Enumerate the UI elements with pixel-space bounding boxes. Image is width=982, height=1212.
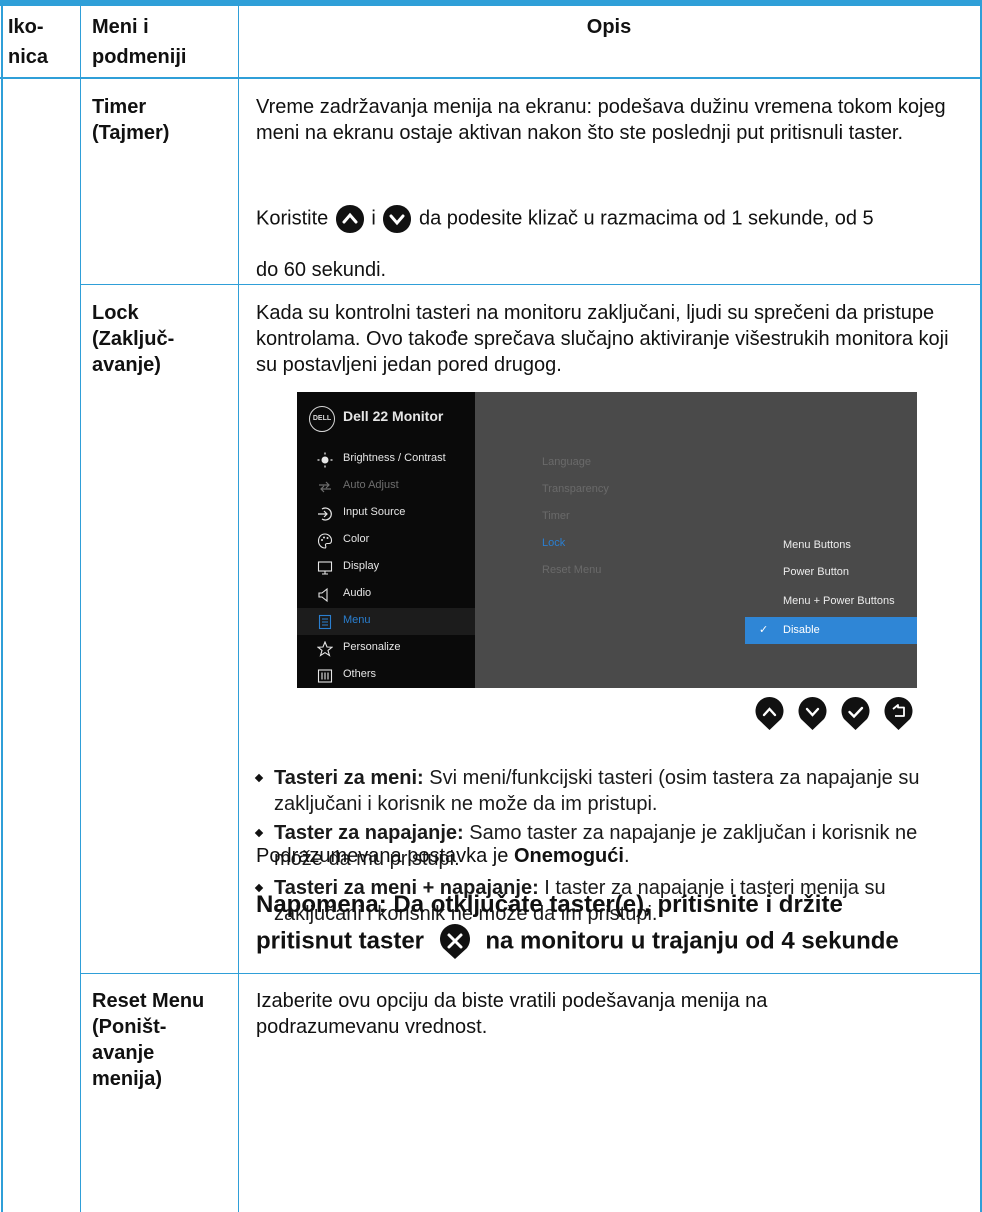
osd-menu-label: Brightness / Contrast: [343, 452, 446, 464]
osd-submenu-timer: Timer: [542, 510, 570, 522]
input-source-icon: [318, 507, 332, 521]
reset-name-line2: (Poništ-: [92, 1016, 167, 1038]
osd-option-menu-power-buttons: Menu + Power Buttons: [783, 595, 895, 607]
star-icon: [317, 641, 333, 657]
osd-submenu-lock: Lock: [542, 537, 566, 549]
osd-submenu-reset-menu: Reset Menu: [542, 564, 602, 576]
bullet-term: Tasteri za meni:: [274, 767, 424, 789]
osd-menu-item-audio: Audio: [297, 581, 475, 608]
col-divider-2: [238, 0, 239, 1212]
brightness-icon: [317, 452, 333, 468]
osd-menu-item-brightness: Brightness / Contrast: [297, 446, 475, 473]
osd-menu-item-display: Display: [297, 554, 475, 581]
note-line2-after: na monitoru u trajanju od 4 sekunde: [478, 927, 899, 955]
note-line2: pritisnut taster na monitoru u trajanju …: [256, 924, 966, 960]
close-button-icon: [439, 924, 470, 959]
row-divider-timer: [80, 284, 982, 285]
lock-name-line3: avanje): [92, 354, 161, 376]
reset-name-line3: avanje: [92, 1042, 155, 1064]
row-divider-lock: [80, 973, 982, 974]
down-button-icon: [798, 697, 827, 730]
osd-menu-label: Menu: [343, 614, 371, 626]
osd-submenu-transparency: Transparency: [542, 483, 609, 495]
reset-name-line1: Reset Menu: [92, 990, 205, 1012]
osd-title: Dell 22 Monitor: [343, 408, 444, 424]
header-divider: [0, 77, 982, 79]
timer-description: Vreme zadržavanja menija na ekranu: pode…: [256, 96, 946, 144]
osd-menu-label: Auto Adjust: [343, 479, 399, 491]
table-top-border: [0, 0, 982, 6]
osd-menu-label: Others: [343, 668, 377, 680]
osd-menu-label: Personalize: [343, 641, 401, 653]
reset-description: Izaberite ovu opciju da biste vratili po…: [256, 990, 768, 1038]
up-button-icon: [335, 205, 364, 233]
osd-menu-item-auto-adjust: Auto Adjust: [297, 473, 475, 500]
timer-name-line2: (Tajmer): [92, 122, 170, 144]
lock-name-line1: Lock: [92, 302, 139, 324]
osd-menu-label: Display: [343, 560, 380, 572]
header-icon-col-line1: Iko-: [8, 16, 44, 38]
left-border: [1, 0, 3, 1212]
timer-instr-mid: i: [371, 207, 376, 230]
default-value: Onemogući: [513, 845, 624, 867]
osd-menu-label: Color: [343, 533, 370, 545]
header-icon-col-line2: nica: [8, 46, 49, 68]
timer-instr-after: da podesite klizač u razmacima od 1 seku…: [418, 207, 874, 230]
osd-menu-label: Audio: [343, 587, 372, 599]
check-button-icon: [841, 697, 870, 730]
note-line1: Napomena: Da otključate taster(e), priti…: [256, 891, 843, 918]
col-divider-1: [80, 0, 81, 1212]
auto-adjust-icon: [319, 481, 331, 493]
up-button-icon: [755, 697, 784, 730]
dell-logo: DELL: [309, 406, 335, 432]
others-icon: [317, 669, 333, 683]
osd-screenshot: DELL Dell 22 Monitor Brightness / Contra…: [297, 392, 917, 688]
timer-instr-before: Koristite: [256, 207, 329, 230]
osd-option-disable: ✓ Disable: [745, 617, 917, 644]
audio-icon: [318, 587, 328, 603]
osd-submenu-language: Language: [542, 456, 591, 468]
reset-name-line4: menija): [92, 1068, 163, 1090]
bullet-term: Taster za napajanje:: [274, 822, 464, 844]
note-line2-before: pritisnut taster: [256, 927, 431, 955]
display-icon: [317, 561, 333, 575]
timer-name-line1: Timer: [92, 96, 147, 118]
default-suffix: .: [623, 845, 630, 867]
list-item: Tasteri za meni: Svi meni/funkcijski tas…: [256, 765, 956, 817]
osd-option-menu-buttons: Menu Buttons: [783, 539, 851, 551]
lock-name-line2: (Zaključ-: [92, 328, 175, 350]
check-icon: ✓: [759, 624, 769, 636]
timer-instructions: Koristite i da podesite klizač u razmaci…: [256, 203, 976, 235]
color-icon: [317, 533, 333, 549]
header-desc-col: Opis: [586, 16, 632, 38]
lock-description: Kada su kontrolni tasteri na monitoru za…: [256, 302, 949, 376]
osd-menu-label: Input Source: [343, 506, 406, 518]
osd-menu-item-menu: Menu: [297, 608, 475, 635]
lock-default-setting: Podrazumevana postavka je Onemogući.: [256, 843, 630, 869]
default-prefix: Podrazumevana postavka je: [256, 845, 514, 867]
right-border: [980, 0, 982, 1212]
menu-icon: [318, 614, 332, 630]
timer-range: do 60 sekundi.: [256, 259, 387, 281]
osd-menu-item-color: Color: [297, 527, 475, 554]
osd-option-power-button: Power Button: [783, 566, 850, 578]
osd-menu-table: Iko- nica Meni i podmeniji Opis Timer (T…: [0, 0, 982, 1212]
back-button-icon: [884, 697, 913, 730]
osd-menu-item-input-source: Input Source: [297, 500, 475, 527]
header-menu-col-line1: Meni i: [92, 16, 149, 38]
down-button-icon: [383, 205, 412, 233]
header-menu-col-line2: podmeniji: [92, 46, 187, 68]
osd-option-disable-label: Disable: [783, 624, 820, 636]
osd-menu-item-others: Others: [297, 662, 475, 688]
osd-menu-item-personalize: Personalize: [297, 635, 475, 662]
